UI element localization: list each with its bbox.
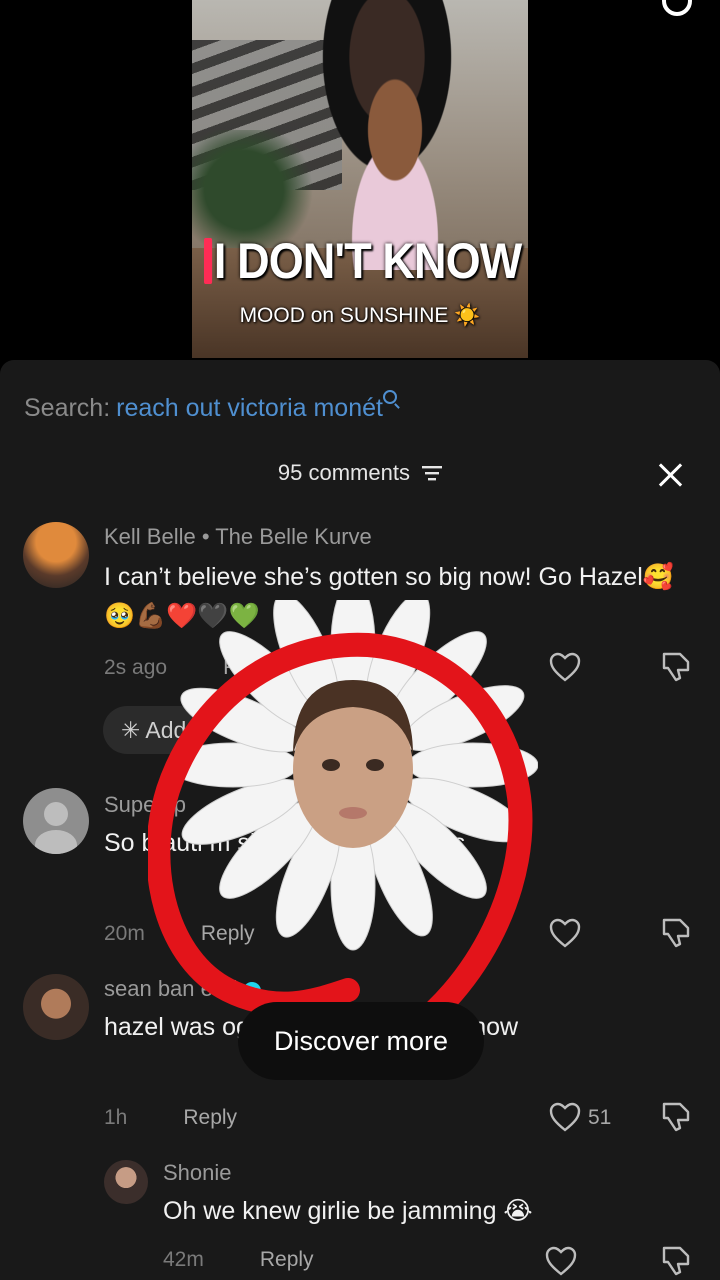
comment-author[interactable]: Supe op <box>104 792 186 818</box>
reply-button[interactable]: Reply <box>183 1106 237 1129</box>
video-area[interactable]: I DON'T KNOW MOOD on SUNSHINE ☀️ <box>0 0 720 360</box>
comment-author-name: sean ban ead <box>104 976 238 1001</box>
dislike-icon[interactable] <box>660 916 692 948</box>
search-label: Search: <box>24 394 111 422</box>
caption-cursor <box>204 238 213 284</box>
comment-author[interactable]: Shonie <box>163 1160 232 1186</box>
avatar[interactable] <box>104 1160 148 1204</box>
heart-icon[interactable] <box>549 918 581 948</box>
comment-text: So b auti m she may be i movies <box>104 829 466 857</box>
search-icon[interactable] <box>662 0 692 16</box>
comment-meta: 20m Reply <box>104 922 255 946</box>
dislike-icon[interactable] <box>660 1100 692 1132</box>
avatar[interactable] <box>23 522 89 588</box>
search-icon[interactable] <box>382 390 397 404</box>
avatar[interactable] <box>23 788 89 854</box>
comments-sheet: Search: reach out victoria monét 95 comme… <box>0 360 720 1280</box>
video-player[interactable]: I DON'T KNOW MOOD on SUNSHINE ☀️ <box>192 0 528 358</box>
heart-icon[interactable] <box>549 1102 581 1132</box>
comment-time: 20m <box>104 922 145 945</box>
comment-time: 42m <box>163 1248 204 1271</box>
comment-meta: 42m Reply <box>163 1248 314 1272</box>
dislike-icon[interactable] <box>660 1244 692 1276</box>
video-caption-sub: MOOD on SUNSHINE ☀️ <box>239 304 481 327</box>
comment-author[interactable]: Kell Belle • The Belle Kurve <box>104 524 372 550</box>
add-chip[interactable]: ✳ Add <box>103 706 205 754</box>
reply-button[interactable]: Reply <box>201 922 255 945</box>
like-count: 51 <box>588 1106 612 1129</box>
add-chip-label: Add <box>145 717 187 743</box>
heart-icon[interactable] <box>545 1246 577 1276</box>
dislike-icon[interactable] <box>660 650 692 682</box>
reply-button[interactable]: Reply <box>223 656 277 679</box>
discover-more-button[interactable]: Discover more <box>238 1002 484 1080</box>
heart-icon[interactable] <box>549 652 581 682</box>
verified-icon: ✓ <box>243 982 262 1000</box>
comment-text: Oh we knew girlie be jamming 😭 <box>163 1197 533 1225</box>
reply-button[interactable]: Reply <box>260 1248 314 1271</box>
comments-count-text: 95 comments <box>277 460 410 485</box>
comment-meta: 1h Reply <box>104 1106 237 1130</box>
comment-time: 1h <box>104 1106 128 1129</box>
close-icon[interactable] <box>656 460 686 490</box>
sort-icon[interactable] <box>422 465 443 481</box>
comment-meta: 2s ago Reply <box>104 656 277 680</box>
search-query[interactable]: reach out victoria monét <box>116 394 383 422</box>
video-caption-main: I DON'T KNOW <box>204 232 522 290</box>
related-search[interactable]: Search: reach out victoria monét <box>24 390 397 423</box>
comments-count[interactable]: 95 comments <box>0 460 720 486</box>
comment-time: 2s ago <box>104 656 168 679</box>
comment-author[interactable]: sean ban ead ✓ <box>104 976 262 1002</box>
comment-text: I can’t believe she’s gotten so big now!… <box>104 563 674 630</box>
avatar[interactable] <box>23 974 89 1040</box>
sparkle-icon: ✳ <box>121 717 146 743</box>
